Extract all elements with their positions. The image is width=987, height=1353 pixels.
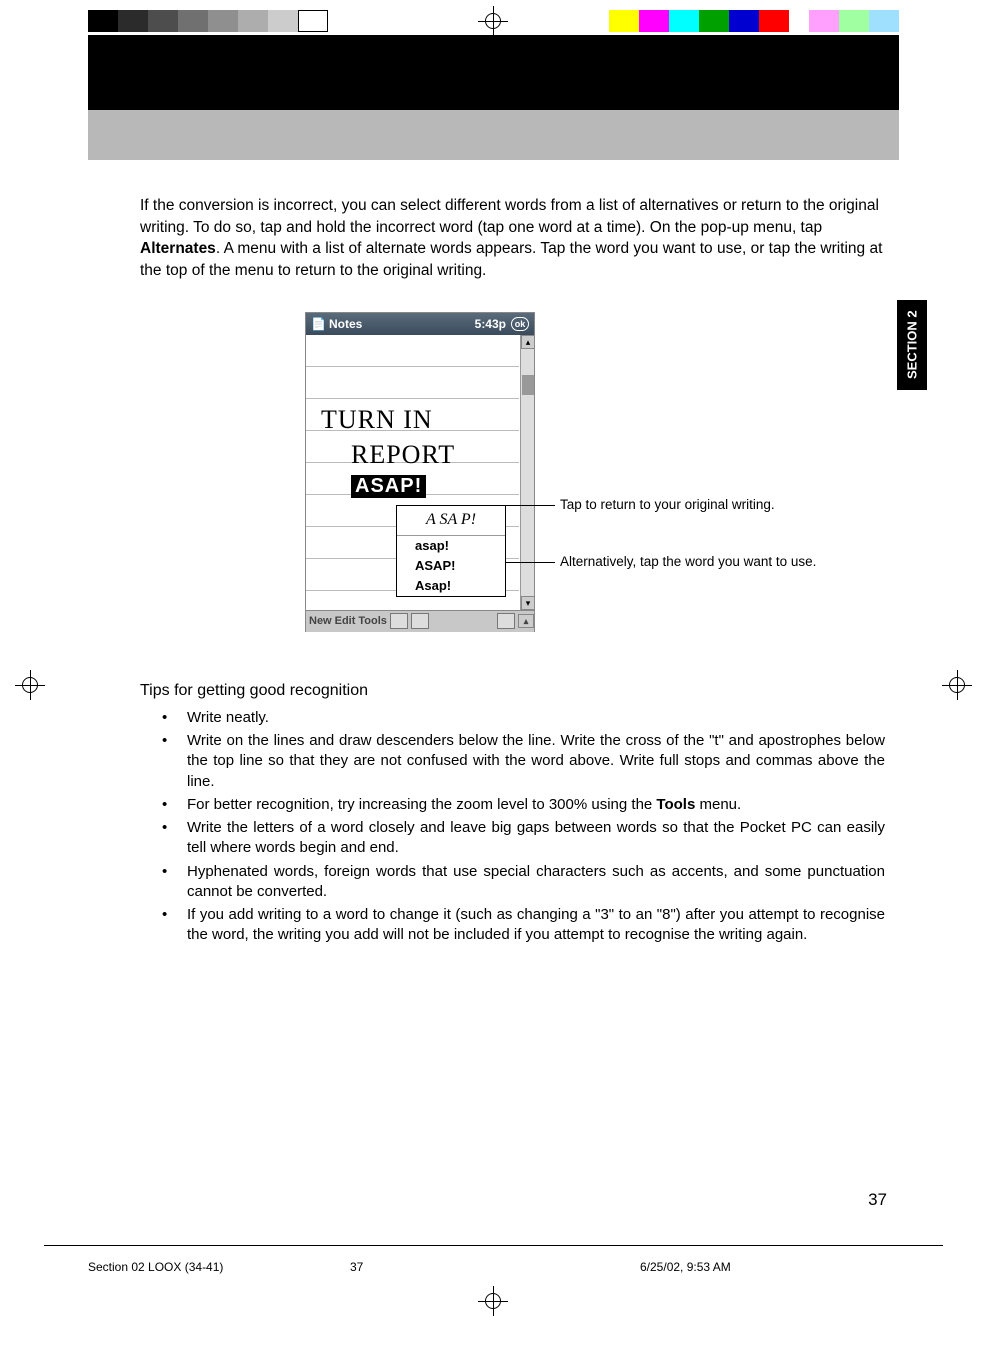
- menu-edit[interactable]: Edit: [335, 615, 356, 627]
- menu-new[interactable]: New: [309, 615, 332, 627]
- popup-original-writing[interactable]: A SA P!: [397, 506, 505, 536]
- para-bold: Alternates: [140, 240, 216, 257]
- tips-heading: Tips for getting good recognition: [140, 682, 885, 700]
- scroll-up-icon[interactable]: ▴: [521, 335, 535, 349]
- page-content: If the conversion is incorrect, you can …: [140, 195, 885, 949]
- device-clock: 5:43p: [475, 317, 506, 331]
- scroll-down-icon[interactable]: ▾: [521, 596, 535, 610]
- tip-item: Write neatly.: [162, 708, 885, 728]
- device-titlebar: 📄 Notes 5:43p ok: [306, 313, 534, 335]
- app-title: Notes: [329, 317, 362, 331]
- registration-mark-icon: [15, 670, 45, 700]
- toolbar-icon[interactable]: [390, 613, 408, 629]
- device-screenshot-area: 📄 Notes 5:43p ok TURN IN REPORT ASAP!: [305, 312, 885, 642]
- scrollbar[interactable]: ▴ ▾: [520, 335, 534, 610]
- tip-text: menu.: [695, 796, 741, 813]
- para-text: . A menu with a list of alternate words …: [140, 240, 882, 279]
- tip-item: For better recognition, try increasing t…: [162, 795, 885, 815]
- ok-button[interactable]: ok: [511, 317, 529, 331]
- popup-alternate-item[interactable]: ASAP!: [397, 556, 505, 576]
- keyboard-icon[interactable]: [497, 613, 515, 629]
- handwriting-line2: REPORT: [351, 440, 455, 470]
- tip-bold: Tools: [656, 796, 695, 813]
- tip-item: Write the letters of a word closely and …: [162, 818, 885, 859]
- popup-alternate-item[interactable]: Asap!: [397, 576, 505, 596]
- popup-alternate-item[interactable]: asap!: [397, 536, 505, 556]
- page-number: 37: [868, 1190, 887, 1210]
- footer-timestamp: 6/25/02, 9:53 AM: [640, 1260, 731, 1274]
- menu-tools[interactable]: Tools: [358, 615, 387, 627]
- alternates-popup: A SA P! asap! ASAP! Asap!: [396, 505, 506, 597]
- tip-item: If you add writing to a word to change i…: [162, 905, 885, 946]
- sip-up-icon[interactable]: ▴: [518, 614, 534, 628]
- scroll-thumb[interactable]: [522, 375, 534, 395]
- notes-icon: 📄: [311, 317, 326, 331]
- callout-2: Alternatively, tap the word you want to …: [560, 554, 816, 569]
- footer-page: 37: [350, 1260, 363, 1274]
- handwriting-selected[interactable]: ASAP!: [351, 475, 426, 498]
- registration-mark-icon: [942, 670, 972, 700]
- notes-canvas[interactable]: TURN IN REPORT ASAP! A SA P! asap! ASAP!…: [306, 335, 534, 610]
- header-banner: [88, 35, 899, 160]
- registration-mark-icon: [478, 6, 508, 36]
- para-text: If the conversion is incorrect, you can …: [140, 197, 879, 236]
- tips-list: Write neatly. Write on the lines and dra…: [140, 708, 885, 946]
- callout-line: [505, 505, 555, 506]
- registration-mark-icon: [478, 1286, 508, 1316]
- pen-icon[interactable]: [411, 613, 429, 629]
- section-tab: SECTION 2: [897, 300, 927, 390]
- tip-item: Write on the lines and draw descenders b…: [162, 731, 885, 792]
- callout-line: [505, 562, 555, 563]
- callout-1: Tap to return to your original writing.: [560, 497, 775, 512]
- device-menubar: New Edit Tools ▴: [306, 610, 534, 632]
- intro-paragraph: If the conversion is incorrect, you can …: [140, 195, 885, 282]
- handwriting-line1: TURN IN: [321, 405, 433, 435]
- tip-text: For better recognition, try increasing t…: [187, 796, 656, 813]
- tip-item: Hyphenated words, foreign words that use…: [162, 862, 885, 903]
- footer-divider: [44, 1245, 943, 1246]
- pocket-pc-device: 📄 Notes 5:43p ok TURN IN REPORT ASAP!: [305, 312, 535, 632]
- footer-filename: Section 02 LOOX (34-41): [88, 1260, 223, 1274]
